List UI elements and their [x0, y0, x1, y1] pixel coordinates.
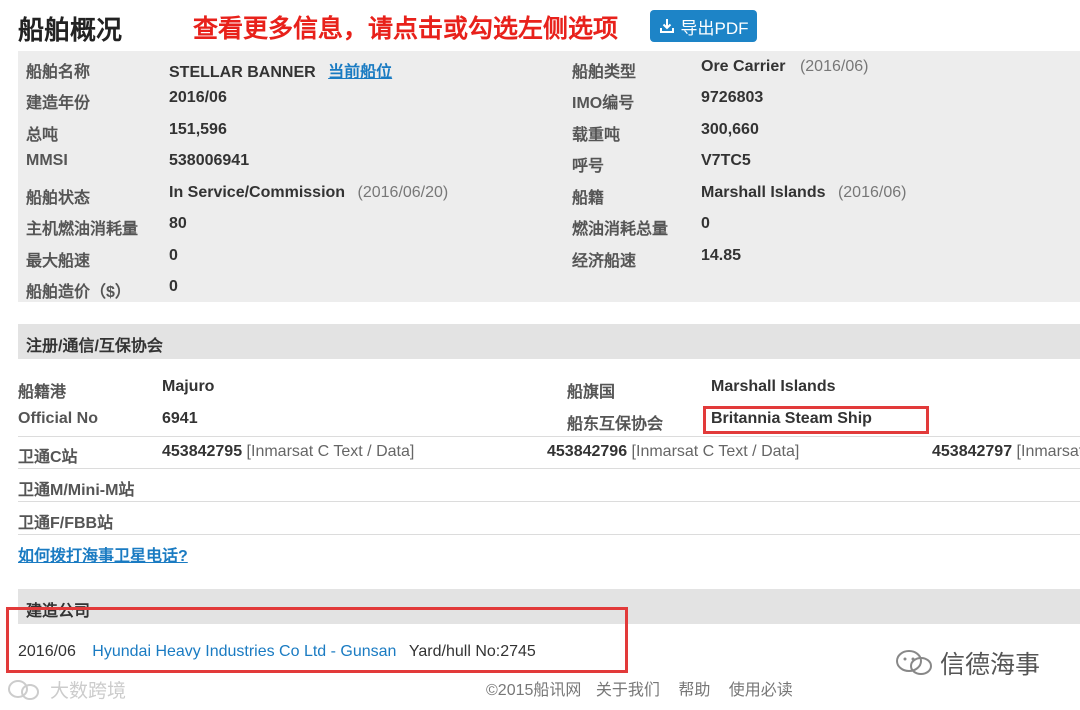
field-ship-name: 船舶名称 [26, 58, 90, 82]
main-engine-fuel-value: 80 [169, 215, 187, 232]
export-pdf-label: 导出PDF [680, 18, 749, 38]
ship-name-value: STELLAR BANNER [169, 64, 316, 81]
field-label: 总吨 [26, 127, 59, 144]
ship-type-date: (2016/06) [799, 58, 869, 75]
field-label: 建造年份 [26, 95, 91, 112]
download-icon [659, 19, 674, 33]
ship-status-value: In Service/Commission [169, 184, 346, 201]
field-label: 呼号 [572, 158, 605, 175]
total-fuel-value: 0 [701, 215, 710, 232]
watermark-right: 信德海事 [894, 645, 1040, 681]
ship-cost-value: 0 [169, 278, 178, 295]
field-label: MMSI [26, 152, 68, 169]
ship-type-value: Ore Carrier [701, 58, 786, 75]
footer-link-terms[interactable]: 使用必读 [729, 682, 793, 699]
inmarsat-c-number: 453842796 [547, 443, 628, 460]
flag-country-value: Marshall Islands [711, 378, 836, 395]
official-no-value: 6941 [162, 410, 198, 427]
inmarsat-c-entry: 453842795 [Inmarsat C Text / Data] [162, 443, 414, 461]
builder-highlight [6, 607, 628, 673]
export-pdf-button[interactable]: 导出PDF [650, 10, 757, 42]
inmarsat-c-entry: 453842796 [Inmarsat C Text / Data] [547, 443, 799, 461]
field-label: 经济船速 [572, 253, 637, 270]
field-label: 最大船速 [26, 253, 91, 270]
inmarsat-c-label: 卫通C站 [18, 449, 78, 466]
inmarsat-m-label: 卫通M/Mini-M站 [18, 482, 135, 499]
flag-country-label: 船旗国 [567, 384, 616, 401]
gross-tonnage-value: 151,596 [169, 121, 227, 138]
overview-panel: 船舶名称 STELLAR BANNER 当前船位 建造年份 2016/06 总吨… [18, 51, 1080, 302]
divider [18, 501, 1080, 502]
field-label: 船舶名称 [26, 64, 91, 81]
port-value: Majuro [162, 378, 215, 395]
field-label: 船舶造价（$） [26, 284, 131, 301]
max-speed-value: 0 [169, 247, 178, 264]
inmarsat-c-number: 453842795 [162, 443, 243, 460]
pi-club-highlight [703, 406, 929, 434]
official-no-label: Official No [18, 410, 99, 427]
flag-value: Marshall Islands [701, 184, 826, 201]
watermark-left: 大数跨境 [6, 676, 126, 703]
field-label: 船舶类型 [572, 64, 637, 81]
pi-club-label: 船东互保协会 [567, 416, 664, 433]
mmsi-value: 538006941 [169, 152, 250, 169]
build-year-value: 2016/06 [169, 89, 227, 106]
divider [18, 534, 1080, 535]
field-label: IMO编号 [572, 95, 635, 112]
ship-status-date: (2016/06/20) [357, 184, 449, 201]
inmarsat-c-type: [Inmarsat C Text / Data] [246, 443, 415, 460]
footer-link-help[interactable]: 帮助 [678, 682, 710, 699]
page-title: 船舶概况 [18, 15, 123, 45]
field-label: 船舶状态 [26, 190, 91, 207]
footer-link-about[interactable]: 关于我们 [596, 682, 660, 699]
inmarsat-f-label: 卫通F/FBB站 [18, 515, 114, 532]
watermark-left-text: 大数跨境 [50, 681, 127, 702]
divider [18, 468, 1080, 469]
call-sign-value: V7TC5 [701, 152, 751, 169]
watermark-right-text: 信德海事 [940, 651, 1041, 679]
notice-text: 查看更多信息，请点击或勾选左侧选项 [193, 15, 619, 43]
flag-date: (2016/06) [837, 184, 907, 201]
deadweight-value: 300,660 [701, 121, 759, 138]
inmarsat-c-type: [Inmarsat C Text / Data] [631, 443, 800, 460]
wechat-icon [896, 650, 932, 675]
divider [18, 436, 1080, 437]
economic-speed-value: 14.85 [701, 247, 742, 264]
field-label: 主机燃油消耗量 [26, 221, 139, 238]
field-label: 燃油消耗总量 [572, 221, 669, 238]
sat-phone-help-link[interactable]: 如何拨打海事卫星电话? [18, 548, 188, 565]
footer: ©2015船讯网 关于我们 帮助 使用必读 [486, 676, 793, 700]
copyright-text: ©2015船讯网 [486, 682, 582, 699]
inmarsat-c-type: [Inmarsat C Text / Data] [1016, 443, 1080, 460]
registration-section-header: 注册/通信/互保协会 [18, 324, 1080, 359]
field-label: 船籍 [572, 190, 605, 207]
inmarsat-c-number: 453842797 [932, 443, 1013, 460]
current-position-link[interactable]: 当前船位 [328, 64, 392, 81]
wechat-icon [8, 679, 39, 700]
imo-value: 9726803 [701, 89, 764, 106]
field-label: 载重吨 [572, 127, 621, 144]
inmarsat-c-entry: 453842797 [Inmarsat C Text / Data] [932, 443, 1080, 461]
port-label: 船籍港 [18, 384, 67, 401]
